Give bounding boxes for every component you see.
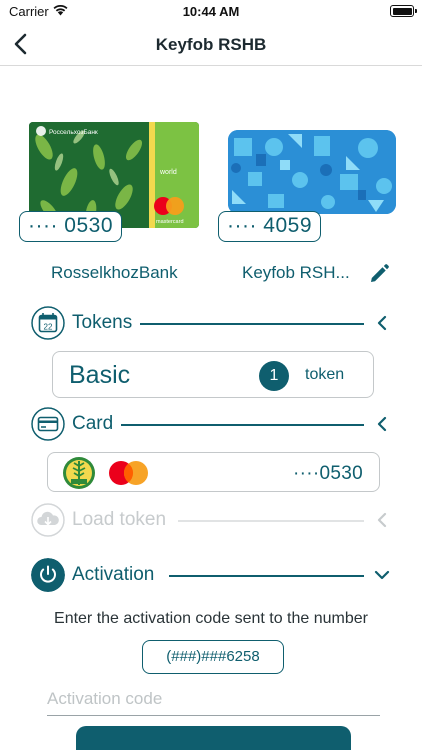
section-divider xyxy=(121,424,364,426)
keyfob-pattern xyxy=(228,130,396,214)
card-section-header[interactable]: Card xyxy=(31,407,393,443)
card-brand-text: РоссельхозБанк xyxy=(49,129,98,136)
credit-card-icon xyxy=(31,407,65,441)
card-masked-number: ···· 0530 xyxy=(19,211,123,242)
status-bar: Carrier 10:44 AM xyxy=(0,0,422,24)
chevron-left-icon[interactable] xyxy=(375,314,389,332)
activation-info-text: Enter the activation code sent to the nu… xyxy=(54,610,368,627)
tokens-section-header[interactable]: 22 Tokens xyxy=(31,306,393,342)
card-network-text: mastercard xyxy=(156,219,184,225)
activation-label: Activation xyxy=(72,564,163,586)
chevron-down-icon[interactable] xyxy=(373,566,391,584)
activation-code-input[interactable] xyxy=(47,682,380,716)
mastercard-icon xyxy=(109,461,148,485)
load-token-label: Load token xyxy=(72,509,175,531)
token-option-basic[interactable]: Basic 1 token xyxy=(52,351,374,398)
pencil-icon[interactable] xyxy=(367,262,391,286)
token-count-badge: 1 xyxy=(259,361,289,391)
cloud-download-icon xyxy=(31,503,65,537)
section-divider xyxy=(178,520,364,522)
section-divider xyxy=(169,575,364,577)
submit-button[interactable] xyxy=(76,726,351,750)
page-title: Keyfob RSHB xyxy=(155,35,267,54)
token-unit-label: token xyxy=(305,366,345,383)
navigation-bar: Keyfob RSHB xyxy=(0,24,422,66)
card-name-label: RosselkhozBank xyxy=(51,263,178,282)
token-option-label: Basic xyxy=(69,361,131,389)
section-divider xyxy=(131,323,364,325)
chevron-left-icon[interactable] xyxy=(375,415,389,433)
selected-card-row[interactable]: ····0530 xyxy=(47,452,380,492)
calendar-icon: 22 xyxy=(31,306,65,340)
calendar-day: 22 xyxy=(44,323,53,332)
power-icon xyxy=(31,558,65,592)
battery-icon xyxy=(390,5,417,17)
load-token-section-header: Load token xyxy=(31,503,393,539)
keyfob-name-label: Keyfob RSH... xyxy=(242,263,350,282)
chevron-left-icon xyxy=(377,512,387,528)
keyfob-masked-number: ···· 4059 xyxy=(218,211,322,242)
keyfob-card-image[interactable] xyxy=(228,130,396,214)
clock: 10:44 AM xyxy=(182,4,240,19)
card-number-label: ····0530 xyxy=(293,463,363,484)
card-tier-text: world xyxy=(159,169,177,176)
bank-logo-icon xyxy=(63,457,95,489)
activation-section-header[interactable]: Activation xyxy=(31,558,393,594)
masked-phone-number: (###)###6258 xyxy=(142,640,284,674)
tokens-label: Tokens xyxy=(72,312,141,334)
card-label: Card xyxy=(72,413,122,435)
